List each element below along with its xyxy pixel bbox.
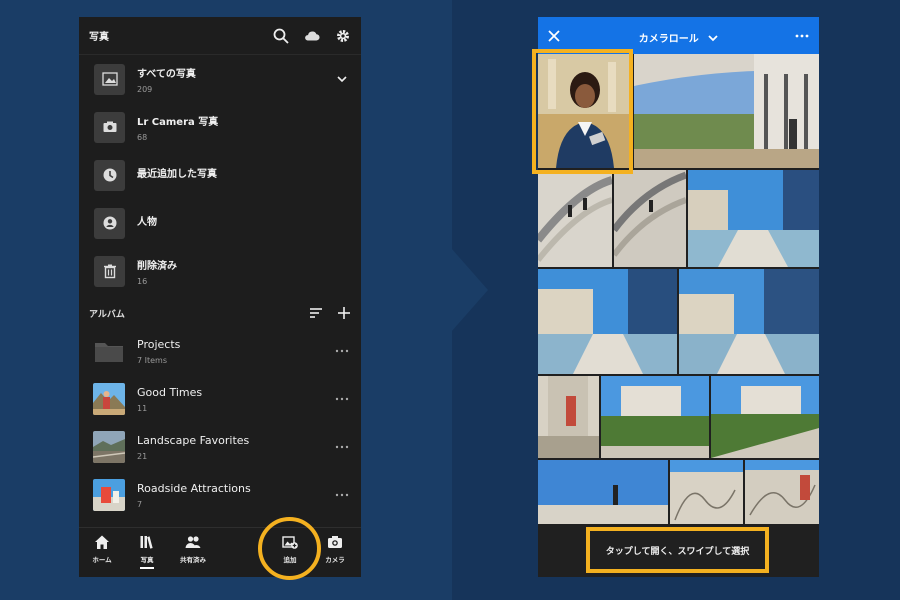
photo-thumbnail[interactable]	[679, 269, 819, 374]
library-item-label: Lr Camera 写真	[137, 116, 219, 128]
sort-icon[interactable]	[309, 306, 323, 320]
more-icon[interactable]	[335, 348, 349, 354]
photo-thumbnail[interactable]	[538, 170, 612, 267]
camera-icon	[94, 111, 125, 143]
albums-title: アルバム	[89, 309, 125, 320]
clock-icon	[94, 159, 125, 191]
add-tab-highlight	[258, 517, 321, 580]
library-item-people[interactable]: 人物	[79, 199, 361, 247]
library-item-deleted[interactable]: 削除済み 16	[79, 247, 361, 295]
library-item-count: 209	[137, 84, 153, 94]
plus-icon[interactable]	[337, 306, 351, 320]
library-item-all-photos[interactable]: すべての写真 209	[79, 55, 361, 103]
hint-text: タップして開く、スワイプして選択	[605, 546, 750, 557]
album-label: Good Times	[137, 385, 203, 399]
library-item-count: 16	[137, 276, 148, 286]
album-item-roadside[interactable]: Roadside Attractions 7	[79, 471, 361, 519]
tab-label: ホーム	[92, 556, 112, 564]
page-title: 写真	[89, 32, 109, 43]
tab-home[interactable]: ホーム	[82, 534, 122, 564]
selected-photo-highlight	[532, 49, 633, 174]
photo-thumbnail[interactable]	[688, 170, 819, 267]
library-item-recent[interactable]: 最近追加した写真	[79, 151, 361, 199]
chevron-down-icon[interactable]	[337, 74, 347, 84]
photo-thumbnail[interactable]	[601, 376, 709, 458]
tab-camera[interactable]: カメラ	[315, 534, 355, 564]
photo-thumbnail[interactable]	[634, 54, 819, 168]
photo-thumbnail[interactable]	[538, 269, 677, 374]
album-thumbnail	[93, 479, 125, 511]
album-label: Projects	[137, 337, 181, 351]
camera-icon	[328, 536, 342, 548]
tab-label: 共有済み	[180, 556, 206, 564]
library-screen: 写真 すべての写真 209 Lr Camera 写真 68 最近追加した写真 人…	[79, 17, 361, 577]
tab-active-indicator	[140, 567, 154, 569]
camera-roll-title[interactable]: カメラロール	[538, 30, 819, 45]
album-label: Roadside Attractions	[137, 481, 251, 495]
people-icon	[185, 536, 201, 548]
album-thumbnail	[93, 383, 125, 415]
library-icon	[140, 536, 153, 549]
chevron-down-icon	[708, 35, 718, 42]
album-label: Landscape Favorites	[137, 433, 250, 447]
photo-thumbnail[interactable]	[711, 376, 819, 458]
album-item-projects[interactable]: Projects 7 Items	[79, 327, 361, 375]
album-count: 11	[137, 403, 148, 413]
photo-thumbnail[interactable]	[745, 460, 819, 524]
photo-thumbnail[interactable]	[670, 460, 743, 524]
cloud-icon[interactable]	[304, 28, 320, 44]
home-icon	[95, 535, 109, 549]
album-count: 21	[137, 451, 148, 461]
library-item-label: 人物	[137, 217, 157, 228]
tab-photos[interactable]: 写真	[127, 534, 167, 569]
library-item-label: 削除済み	[137, 260, 177, 272]
album-item-good-times[interactable]: Good Times 11	[79, 375, 361, 423]
folder-icon	[93, 335, 125, 367]
library-item-label: すべての写真	[137, 68, 196, 80]
more-icon[interactable]	[335, 492, 349, 498]
library-item-label: 最近追加した写真	[137, 169, 217, 180]
album-count: 7 Items	[137, 355, 168, 365]
album-count: 7	[137, 499, 143, 509]
photo-thumbnail[interactable]	[538, 376, 599, 458]
image-icon	[94, 63, 125, 95]
hint-message: タップして開く、スワイプして選択	[586, 527, 769, 573]
library-list: すべての写真 209 Lr Camera 写真 68 最近追加した写真 人物 削…	[79, 55, 361, 295]
more-icon[interactable]	[795, 33, 809, 39]
library-header: 写真	[79, 17, 361, 55]
search-icon[interactable]	[273, 28, 289, 44]
gear-icon[interactable]	[335, 28, 351, 44]
photo-thumbnail[interactable]	[614, 170, 686, 267]
tab-label: カメラ	[325, 556, 345, 564]
album-list: Projects 7 Items Good Times 11 Landscape…	[79, 327, 361, 519]
transition-arrow	[444, 240, 488, 340]
more-icon[interactable]	[335, 396, 349, 402]
albums-header: アルバム	[79, 299, 361, 327]
camera-roll-title-text: カメラロール	[638, 34, 699, 45]
library-item-count: 68	[137, 132, 148, 142]
trash-icon	[94, 255, 125, 287]
more-icon[interactable]	[335, 444, 349, 450]
tab-label: 写真	[140, 556, 154, 564]
library-item-lr-camera[interactable]: Lr Camera 写真 68	[79, 103, 361, 151]
person-icon	[94, 207, 125, 239]
tab-shared[interactable]: 共有済み	[173, 534, 213, 564]
photo-thumbnail[interactable]	[538, 460, 668, 524]
album-item-landscape[interactable]: Landscape Favorites 21	[79, 423, 361, 471]
album-thumbnail	[93, 431, 125, 463]
